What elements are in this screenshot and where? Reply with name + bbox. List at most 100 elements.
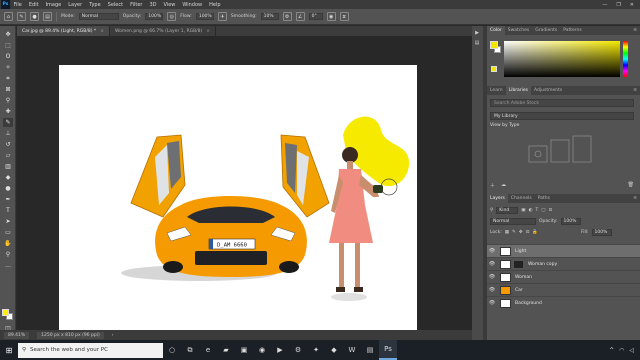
history-icon[interactable]: ▶ — [473, 30, 481, 38]
properties-icon[interactable]: ▤ — [473, 40, 481, 48]
tab-car-document[interactable]: Car.jpg @ 89.4% (Light, RGB/8) * × — [17, 26, 110, 36]
file-explorer-icon[interactable]: ▰ — [217, 340, 235, 360]
store-icon[interactable]: ▣ — [235, 340, 253, 360]
panel-menu-icon[interactable]: ≡ — [630, 26, 640, 35]
edge-browser-icon[interactable]: e — [199, 340, 217, 360]
word-icon[interactable]: W — [343, 340, 361, 360]
color-field[interactable] — [504, 41, 620, 77]
tab-layers[interactable]: Layers — [487, 194, 508, 203]
menu-select[interactable]: Select — [104, 2, 126, 8]
brush-tool-preset-icon[interactable]: ✎ — [17, 12, 26, 21]
tab-adjustments[interactable]: Adjustments — [531, 86, 565, 95]
menu-layer[interactable]: Layer — [65, 2, 86, 8]
close-tab-icon[interactable]: × — [100, 29, 104, 34]
tab-libraries[interactable]: Libraries — [505, 86, 532, 95]
photoshop-taskbar-icon[interactable]: Ps — [379, 340, 397, 360]
library-search-input[interactable]: Search Adobe Stock — [490, 99, 634, 107]
tab-color[interactable]: Color — [487, 26, 505, 35]
pen-tool-icon[interactable]: ✒ — [3, 195, 13, 204]
layer-row-light[interactable]: 👁 Light — [487, 244, 640, 257]
mode-select[interactable]: Normal — [78, 13, 119, 20]
close-tab-icon[interactable]: × — [206, 29, 210, 34]
frame-tool-icon[interactable]: ⊠ — [3, 85, 13, 94]
clone-stamp-tool-icon[interactable]: ⊥ — [3, 129, 13, 138]
panel-menu-icon[interactable]: ≡ — [630, 86, 640, 95]
windows-start-icon[interactable]: ⊞ — [0, 340, 18, 360]
fill-field[interactable]: 100% — [591, 228, 612, 236]
document-canvas[interactable]: D_AM 6660 — [59, 65, 417, 343]
filter-kind-select[interactable]: Kind — [496, 206, 519, 214]
trash-icon[interactable]: 🗑 — [628, 182, 634, 189]
eraser-tool-icon[interactable]: ▱ — [3, 151, 13, 160]
move-tool-icon[interactable]: ✥ — [3, 30, 13, 39]
filter-type-icon[interactable]: T — [536, 208, 539, 213]
menu-edit[interactable]: Edit — [25, 2, 42, 8]
smoothing-settings-icon[interactable]: ⚙ — [282, 12, 292, 21]
type-tool-icon[interactable]: T — [3, 206, 13, 215]
pressure-size-icon[interactable]: ◉ — [326, 12, 336, 21]
close-icon[interactable]: ✕ — [630, 2, 634, 8]
lock-all-icon[interactable]: 🔒 — [532, 230, 538, 235]
tab-patterns[interactable]: Patterns — [560, 26, 585, 35]
visibility-eye-icon[interactable]: 👁 — [487, 300, 497, 306]
angle-icon[interactable]: ∠ — [295, 12, 305, 21]
volume-icon[interactable]: ◁ — [629, 347, 634, 354]
layer-row-woman[interactable]: 👁 Woman — [487, 270, 640, 283]
app-icon[interactable]: ✦ — [307, 340, 325, 360]
crop-tool-icon[interactable]: ⌗ — [3, 74, 13, 83]
media-app-icon[interactable]: ▶ — [271, 340, 289, 360]
visibility-eye-icon[interactable]: 👁 — [487, 261, 497, 267]
zoom-tool-icon[interactable]: ⚲ — [3, 250, 13, 259]
tab-learn[interactable]: Learn — [487, 86, 506, 95]
menu-image[interactable]: Image — [42, 2, 65, 8]
quick-select-tool-icon[interactable]: ✧ — [3, 63, 13, 72]
marquee-tool-icon[interactable]: ⬚ — [3, 41, 13, 50]
task-view-icon[interactable]: ⧉ — [181, 340, 199, 360]
minimize-icon[interactable]: — — [602, 2, 607, 8]
tab-channels[interactable]: Channels — [508, 194, 535, 203]
layer-opacity-field[interactable]: 100% — [560, 217, 581, 225]
lock-artboard-icon[interactable]: ⊡ — [526, 230, 530, 235]
cortana-icon[interactable]: ○ — [163, 340, 181, 360]
chevron-right-icon[interactable]: › — [112, 333, 114, 338]
layer-row-car[interactable]: 👁 Car — [487, 283, 640, 296]
chrome-icon[interactable]: ◉ — [253, 340, 271, 360]
angle-field[interactable]: 0° — [308, 13, 323, 20]
brush-tool-icon[interactable]: ✎ — [3, 118, 13, 127]
symmetry-icon[interactable]: ⧖ — [339, 12, 349, 21]
network-icon[interactable]: ◠ — [619, 347, 624, 354]
layer-row-woman-copy[interactable]: 👁 Woman copy — [487, 257, 640, 270]
foreground-color-swatch[interactable] — [2, 309, 9, 316]
panel-menu-icon[interactable]: ≡ — [630, 194, 640, 203]
history-brush-tool-icon[interactable]: ↺ — [3, 140, 13, 149]
opacity-field[interactable]: 100% — [145, 13, 164, 20]
foreground-color-chip[interactable] — [490, 41, 498, 49]
more-tools-icon[interactable]: … — [3, 261, 13, 270]
menu-view[interactable]: View — [160, 2, 179, 8]
canvas-area[interactable]: D_AM 6660 — [17, 36, 482, 343]
visibility-eye-icon[interactable]: 👁 — [487, 274, 497, 280]
dodge-tool-icon[interactable]: ● — [3, 184, 13, 193]
zoom-level[interactable]: 89.41% — [4, 331, 30, 339]
out-of-gamut-icon[interactable] — [491, 66, 497, 72]
lock-move-icon[interactable]: ✥ — [519, 230, 523, 235]
shape-tool-icon[interactable]: ▭ — [3, 228, 13, 237]
flow-field[interactable]: 100% — [195, 13, 214, 20]
hand-tool-icon[interactable]: ✋ — [3, 239, 13, 248]
menu-help[interactable]: Help — [206, 2, 224, 8]
eyedropper-tool-icon[interactable]: ⚲ — [3, 96, 13, 105]
filter-shape-icon[interactable]: ▢ — [541, 208, 545, 213]
add-content-icon[interactable]: ＋ — [490, 182, 495, 189]
menu-window[interactable]: Window — [179, 2, 206, 8]
folder-icon[interactable]: ▤ — [361, 340, 379, 360]
filter-adjust-icon[interactable]: ◐ — [529, 208, 533, 213]
restore-icon[interactable]: ❐ — [616, 2, 620, 8]
visibility-eye-icon[interactable]: 👁 — [487, 248, 497, 254]
settings-icon[interactable]: ⚙ — [289, 340, 307, 360]
hue-slider[interactable] — [623, 41, 628, 77]
tab-gradients[interactable]: Gradients — [532, 26, 560, 35]
menu-3d[interactable]: 3D — [146, 2, 160, 8]
lock-paint-icon[interactable]: ✎ — [512, 230, 516, 235]
airbrush-icon[interactable]: ✈ — [217, 12, 227, 21]
brush-size-icon[interactable]: ● — [30, 12, 39, 21]
